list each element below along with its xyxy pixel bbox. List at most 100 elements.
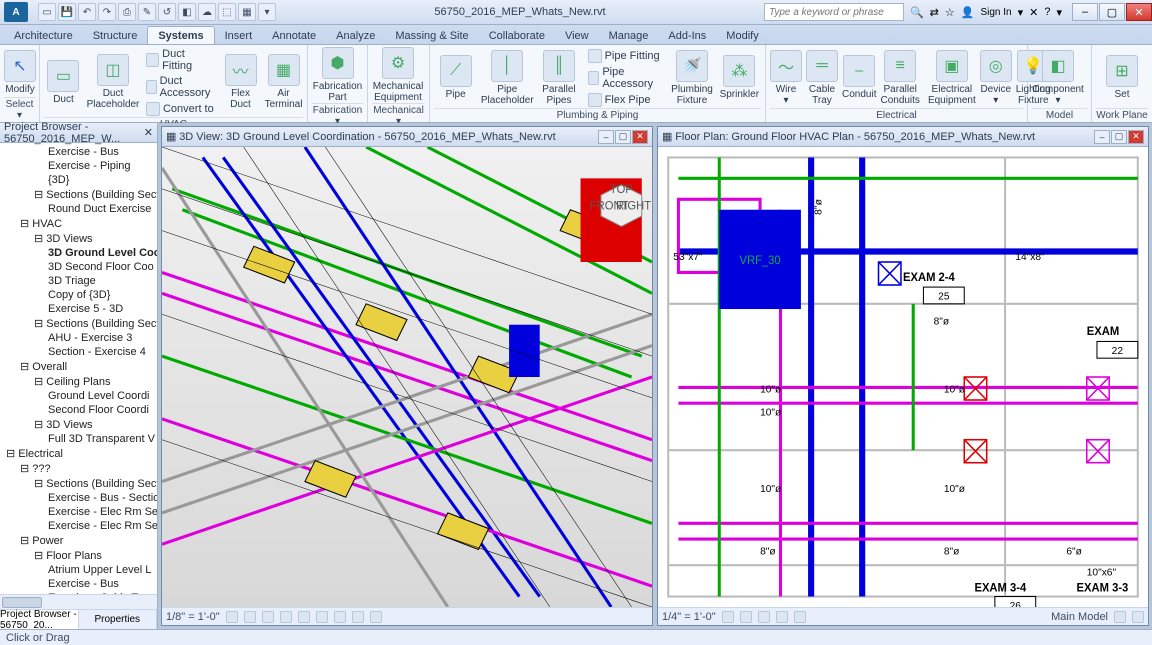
tree-item[interactable]: Exercise - Elec Rm Se <box>0 505 157 519</box>
view-close-button[interactable]: ✕ <box>632 130 648 144</box>
minimize-button[interactable]: – <box>1072 3 1098 21</box>
vs-icon[interactable] <box>298 611 310 623</box>
conduit-button[interactable]: ⎯Conduit <box>842 55 876 100</box>
tab-annotate[interactable]: Annotate <box>262 27 326 44</box>
tree-item[interactable]: Round Duct Exercise <box>0 202 157 216</box>
tree-item[interactable]: ⊟ Sections (Building Sectio <box>0 316 157 331</box>
view-plan-scale[interactable]: 1/4" = 1'-0" <box>662 611 716 623</box>
tree-item[interactable]: Exercise - Bus <box>0 145 157 159</box>
view-maximize-button[interactable]: ▢ <box>1111 130 1127 144</box>
parallel-pipes-button[interactable]: ║ParallelPipes <box>537 50 580 106</box>
qat-undo-icon[interactable]: ↶ <box>78 3 96 21</box>
vs-icon[interactable] <box>280 611 292 623</box>
tree-item[interactable]: Exercise 5 - 3D <box>0 302 157 316</box>
tab-properties[interactable]: Properties <box>79 610 158 629</box>
tab-project-browser[interactable]: Project Browser - 56750_20... <box>0 610 79 629</box>
tab-massing-site[interactable]: Massing & Site <box>385 27 478 44</box>
close-button[interactable]: ✕ <box>1126 3 1152 21</box>
search-input[interactable] <box>764 3 904 21</box>
exchange-icon[interactable]: ⇄ <box>930 6 939 19</box>
tree-item[interactable]: Exercise - Elec Rm Se <box>0 519 157 533</box>
appstore-icon[interactable]: ✕ <box>1029 6 1038 19</box>
qat-open-icon[interactable]: ▭ <box>38 3 56 21</box>
flex-duct-button[interactable]: 〰FlexDuct <box>221 54 260 110</box>
tree-item[interactable]: Full 3D Transparent V <box>0 432 157 446</box>
air-terminal-button[interactable]: ▦AirTerminal <box>264 54 303 110</box>
component-button[interactable]: ◧Component▾ <box>1032 50 1084 106</box>
tab-view[interactable]: View <box>555 27 599 44</box>
pipe-button[interactable]: ⟋Pipe <box>434 55 477 100</box>
signin-dropdown-icon[interactable]: ▾ <box>1018 6 1024 19</box>
tree-item[interactable]: ⊟ Electrical <box>0 446 157 461</box>
tree-item[interactable]: ⊟ Overall <box>0 359 157 374</box>
tree-item[interactable]: 3D Second Floor Coo <box>0 260 157 274</box>
qat-btn11[interactable]: ▦ <box>238 3 256 21</box>
panel-select-title[interactable]: Select ▾ <box>4 97 35 122</box>
help-dropdown-icon[interactable]: ▾ <box>1056 6 1062 19</box>
tab-manage[interactable]: Manage <box>599 27 659 44</box>
duct-accessory-button[interactable]: Duct Accessory <box>143 74 217 100</box>
tree-item[interactable]: Exercise - Bus - Sectio <box>0 491 157 505</box>
plumbing-fixture-button[interactable]: 🚿PlumbingFixture <box>670 50 713 106</box>
wire-button[interactable]: 〜Wire▾ <box>770 50 802 106</box>
scroll-thumb[interactable] <box>2 597 42 608</box>
tree-item[interactable]: ⊟ Power <box>0 533 157 548</box>
fabrication-part-button[interactable]: ⬢FabricationPart <box>312 47 363 103</box>
vs-icon[interactable] <box>352 611 364 623</box>
vs-icon[interactable] <box>316 611 328 623</box>
modify-button[interactable]: ↖Modify <box>4 50 36 95</box>
vs-icon[interactable] <box>794 611 806 623</box>
browser-close-icon[interactable]: ✕ <box>144 126 153 139</box>
vs-icon[interactable] <box>370 611 382 623</box>
tree-item[interactable]: ⊟ 3D Views <box>0 231 157 246</box>
qat-btn8[interactable]: ◧ <box>178 3 196 21</box>
view-close-button[interactable]: ✕ <box>1128 130 1144 144</box>
vs-icon[interactable] <box>226 611 238 623</box>
tab-systems[interactable]: Systems <box>147 26 214 44</box>
tab-structure[interactable]: Structure <box>83 27 148 44</box>
convert-to-button[interactable]: Convert to <box>143 101 217 117</box>
vs-icon[interactable] <box>334 611 346 623</box>
vs-icon[interactable] <box>776 611 788 623</box>
browser-tree[interactable]: Exercise - BusExercise - Piping{3D}⊟ Sec… <box>0 143 157 594</box>
help-icon[interactable]: ? <box>1044 6 1050 18</box>
tree-item[interactable]: ⊟ ??? <box>0 461 157 476</box>
vs-icon[interactable] <box>244 611 256 623</box>
canvas-3d[interactable]: TOP RIGHT FRONT <box>162 147 652 607</box>
tree-item[interactable]: Second Floor Coordi <box>0 403 157 417</box>
tab-add-ins[interactable]: Add-Ins <box>658 27 716 44</box>
set-button[interactable]: ⊞Set <box>1096 55 1148 100</box>
tree-item[interactable]: ⊟ Sections (Building Sectio <box>0 187 157 202</box>
qat-sync-icon[interactable]: ↺ <box>158 3 176 21</box>
vs-icon[interactable] <box>1114 611 1126 623</box>
app-icon[interactable]: A <box>4 2 28 22</box>
tree-item[interactable]: 3D Triage <box>0 274 157 288</box>
qat-print-icon[interactable]: ⎙ <box>118 3 136 21</box>
vs-icon[interactable] <box>262 611 274 623</box>
qat-dropdown-icon[interactable]: ▾ <box>258 3 276 21</box>
tab-insert[interactable]: Insert <box>215 27 263 44</box>
pipe-fitting-button[interactable]: Pipe Fitting <box>585 48 667 64</box>
worksharing-display[interactable]: Main Model <box>1051 611 1108 623</box>
mech-equipment-button[interactable]: ⚙MechanicalEquipment <box>372 47 424 103</box>
parallel-conduits-button[interactable]: ≡ParallelConduits <box>880 50 919 106</box>
vs-icon[interactable] <box>1132 611 1144 623</box>
tree-item[interactable]: {3D} <box>0 173 157 187</box>
tree-item[interactable]: ⊟ 3D Views <box>0 417 157 432</box>
tab-architecture[interactable]: Architecture <box>4 27 83 44</box>
search-icon[interactable]: 🔍 <box>910 6 924 19</box>
vs-icon[interactable] <box>758 611 770 623</box>
view-maximize-button[interactable]: ▢ <box>615 130 631 144</box>
tree-item[interactable]: ⊟ Ceiling Plans <box>0 374 157 389</box>
view-3d-scale[interactable]: 1/8" = 1'-0" <box>166 611 220 623</box>
browser-hscroll[interactable] <box>0 594 157 609</box>
view-minimize-button[interactable]: – <box>598 130 614 144</box>
tree-item[interactable]: Ground Level Coordi <box>0 389 157 403</box>
tree-item[interactable]: Exercise - Bus <box>0 577 157 591</box>
tab-analyze[interactable]: Analyze <box>326 27 385 44</box>
sprinkler-button[interactable]: ⁂Sprinkler <box>718 55 761 100</box>
device-button[interactable]: ◎Device▾ <box>980 50 1012 106</box>
duct-fitting-button[interactable]: Duct Fitting <box>143 47 217 73</box>
elec-equipment-button[interactable]: ▣ElectricalEquipment <box>928 50 976 106</box>
pipe-placeholder-button[interactable]: │PipePlaceholder <box>481 50 533 106</box>
